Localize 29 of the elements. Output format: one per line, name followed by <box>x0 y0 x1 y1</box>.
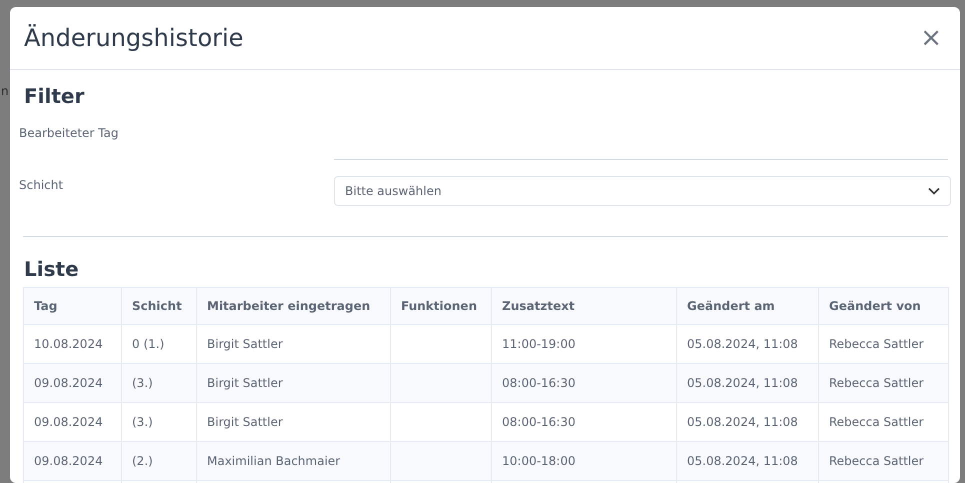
column-header: Schicht <box>122 288 196 324</box>
table-cell: 09.08.2024 <box>24 364 122 402</box>
column-header: Geändert von <box>818 288 948 324</box>
select-placeholder: Bitte auswählen <box>345 183 442 200</box>
table-cell: 05.08.2024, 11:08 <box>676 442 818 480</box>
table-cell: 05.08.2024, 11:08 <box>676 364 818 402</box>
column-header: Mitarbeiter eingetragen <box>196 288 390 324</box>
column-header: Geändert am <box>676 288 818 324</box>
section-heading: Liste <box>24 257 80 281</box>
field-label: Bearbeiteter Tag <box>19 125 120 142</box>
modal-title: Änderungshistorie <box>24 24 244 52</box>
background-text: n <box>1 83 9 100</box>
table-cell: Rebecca Sattler <box>818 364 948 402</box>
table-cell: Birgit Sattler <box>196 364 390 402</box>
table-cell: Rebecca Sattler <box>818 442 948 480</box>
shift-select[interactable]: Bitte auswählen <box>334 176 951 206</box>
chevron-down-icon <box>928 187 940 195</box>
section-heading: Filter <box>24 84 86 108</box>
table-cell: 09.08.2024 <box>24 442 122 480</box>
table-cell: (2.) <box>122 442 196 480</box>
column-header: Tag <box>24 288 122 324</box>
table-cell: Maximilian Bachmaier <box>196 442 390 480</box>
column-header: Funktionen <box>390 288 492 324</box>
column-header: Zusatztext <box>492 288 676 324</box>
table-cell: (3.) <box>122 364 196 402</box>
field-label: Schicht <box>19 177 64 194</box>
close-button[interactable]: × <box>916 25 946 51</box>
table-cell: 10:00-18:00 <box>492 442 676 480</box>
table-cell: 08:00-16:30 <box>492 364 676 402</box>
